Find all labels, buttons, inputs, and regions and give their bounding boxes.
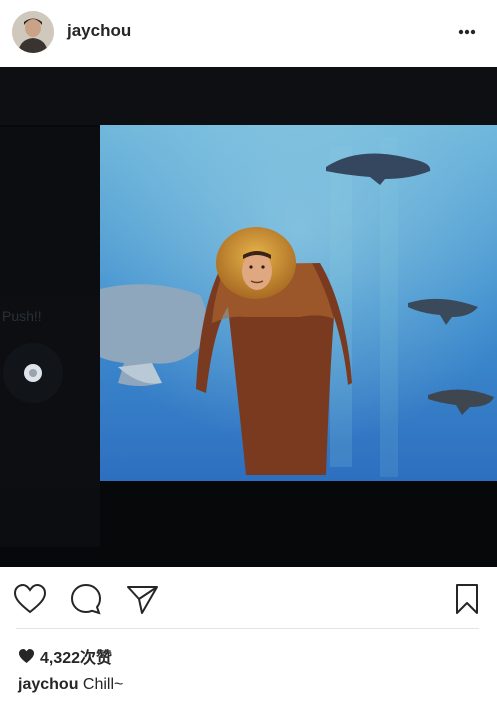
action-bar (0, 567, 497, 627)
heart-filled-icon (18, 648, 35, 664)
post-username[interactable]: jaychou (67, 21, 131, 41)
heart-outline-icon[interactable] (12, 581, 48, 617)
screen-text: Push!! (2, 308, 42, 324)
likes-text: 4,322次赞 (40, 650, 113, 667)
post-photo[interactable]: Push!! (0, 67, 497, 567)
divider (16, 628, 479, 629)
avatar-image (12, 11, 54, 53)
paper-plane-icon[interactable] (124, 581, 160, 617)
caption-text: Chill~ (82, 676, 124, 693)
more-horizontal-icon[interactable] (452, 22, 482, 42)
caption-username[interactable]: jaychou (18, 676, 78, 693)
likes-count[interactable]: 4,322次赞 (18, 644, 112, 668)
post-header: jaychou (0, 0, 497, 66)
bookmark-icon[interactable] (449, 581, 485, 617)
avatar[interactable] (12, 11, 54, 53)
comment-bubble-icon[interactable] (68, 581, 104, 617)
caption: jaychou Chill~ (18, 676, 123, 694)
